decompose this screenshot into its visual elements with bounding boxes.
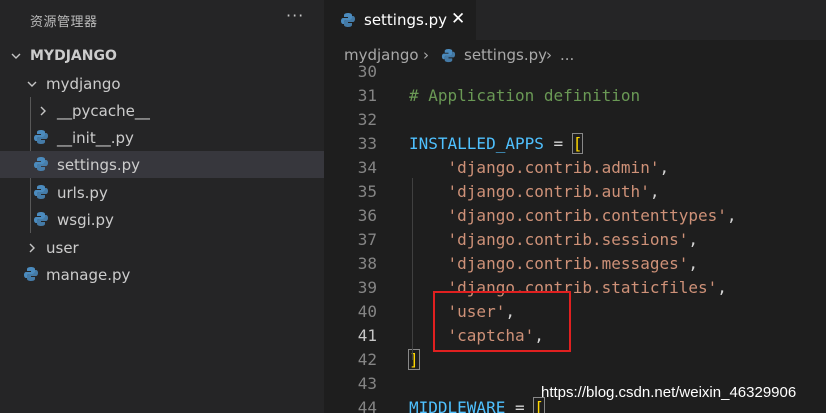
tree-root-mydjango[interactable]: MYDJANGO [0, 42, 324, 69]
chevron-down-icon [10, 50, 22, 62]
python-file-icon [24, 267, 38, 281]
code-text: INSTALLED_APPS = [ [409, 132, 584, 156]
code-text: 'django.contrib.auth', [447, 182, 660, 201]
code-text: # Application definition [409, 86, 641, 105]
string-token: 'django.contrib.messages' [447, 254, 689, 273]
code-line: 32 [324, 108, 826, 132]
close-icon[interactable]: ✕ [451, 9, 465, 29]
line-number: 37 [357, 230, 377, 249]
code-text: ] [408, 348, 420, 372]
folder-label: user [46, 238, 79, 257]
code-line: 31 # Application definition [324, 84, 826, 108]
line-number: 32 [357, 110, 377, 129]
tree-folder-user[interactable]: user [0, 234, 324, 261]
operator-token: = [514, 398, 525, 413]
bracket-token: [ [571, 133, 584, 154]
code-text: 'django.contrib.messages', [447, 254, 698, 273]
file-label: settings.py [57, 155, 140, 174]
explorer-header: 资源管理器 ··· [0, 0, 324, 38]
tree-folder-pycache[interactable]: __pycache__ [0, 97, 324, 124]
string-token: 'django.contrib.admin' [447, 158, 660, 177]
tree-file-manage[interactable]: manage.py [0, 261, 324, 288]
line-number: 33 [357, 134, 377, 153]
identifier-token: INSTALLED_APPS [409, 134, 544, 153]
line-number: 39 [357, 278, 377, 297]
chevron-down-icon [26, 78, 38, 90]
chevron-right-icon [37, 105, 49, 117]
string-token: 'django.contrib.sessions' [447, 230, 689, 249]
identifier-token: MIDDLEWARE [409, 398, 506, 413]
code-line: 30 [324, 60, 826, 84]
line-number: 44 [357, 398, 377, 413]
tab-bar: settings.py ✕ [324, 0, 826, 40]
tree-file-urls[interactable]: urls.py [0, 179, 324, 206]
explorer-sidebar: 资源管理器 ··· MYDJANGO mydjango __pycache__ … [0, 0, 324, 413]
watermark-text: https://blog.csdn.net/weixin_46329906 [541, 384, 797, 401]
tab-settings-py[interactable]: settings.py ✕ [324, 0, 476, 40]
code-area[interactable]: 30 31 # Application definition 32 33 INS… [324, 60, 826, 413]
operator-token: = [553, 134, 564, 153]
code-line: 35 'django.contrib.auth', [324, 180, 826, 204]
chevron-right-icon [26, 242, 38, 254]
line-number: 43 [357, 374, 377, 393]
line-number: 40 [357, 302, 377, 321]
code-text: 'django.contrib.contenttypes', [447, 206, 737, 225]
code-text: 'django.contrib.admin', [447, 158, 670, 177]
line-number: 36 [357, 206, 377, 225]
folder-label: mydjango [46, 74, 121, 93]
python-file-icon [341, 13, 355, 27]
tab-label: settings.py [364, 11, 447, 29]
annotation-highlight-box [433, 291, 571, 352]
file-label: manage.py [46, 265, 131, 284]
code-line: 42 ] [324, 348, 826, 372]
code-line: 33 INSTALLED_APPS = [ [324, 132, 826, 156]
bracket-token: ] [408, 349, 420, 370]
tree-file-wsgi[interactable]: wsgi.py [0, 206, 324, 233]
line-number: 35 [357, 182, 377, 201]
python-file-icon [34, 212, 48, 226]
code-line: 36 'django.contrib.contenttypes', [324, 204, 826, 228]
file-label: __init__.py [57, 128, 134, 147]
python-file-icon [34, 185, 48, 199]
string-token: 'django.contrib.contenttypes' [447, 206, 727, 225]
code-line-active: 41 'captcha', [324, 324, 826, 348]
code-line: 37 'django.contrib.sessions', [324, 228, 826, 252]
code-text: MIDDLEWARE = [ [409, 396, 545, 413]
code-line: 34 'django.contrib.admin', [324, 156, 826, 180]
python-file-icon [34, 130, 48, 144]
file-label: wsgi.py [57, 210, 114, 229]
code-text: 'django.contrib.sessions', [447, 230, 698, 249]
line-number: 38 [357, 254, 377, 273]
more-actions-icon[interactable]: ··· [286, 6, 304, 25]
editor-pane: settings.py ✕ mydjango › settings.py › .… [324, 0, 826, 413]
tree-file-settings[interactable]: settings.py [0, 151, 324, 178]
python-file-icon [34, 157, 48, 171]
line-number: 30 [357, 62, 377, 81]
tree-folder-mydjango[interactable]: mydjango [0, 70, 324, 97]
line-number: 41 [357, 326, 377, 345]
tree-file-init[interactable]: __init__.py [0, 124, 324, 151]
indent-guide [412, 178, 413, 360]
explorer-title: 资源管理器 [30, 15, 98, 30]
line-number: 42 [357, 350, 377, 369]
line-number: 31 [357, 86, 377, 105]
root-folder-label: MYDJANGO [30, 47, 117, 64]
code-line: 38 'django.contrib.messages', [324, 252, 826, 276]
code-line: 39 'django.contrib.staticfiles', [324, 276, 826, 300]
code-line: 40 'user', [324, 300, 826, 324]
line-number: 34 [357, 158, 377, 177]
string-token: 'django.contrib.auth' [447, 182, 650, 201]
folder-label: __pycache__ [57, 101, 150, 120]
file-label: urls.py [57, 183, 108, 202]
